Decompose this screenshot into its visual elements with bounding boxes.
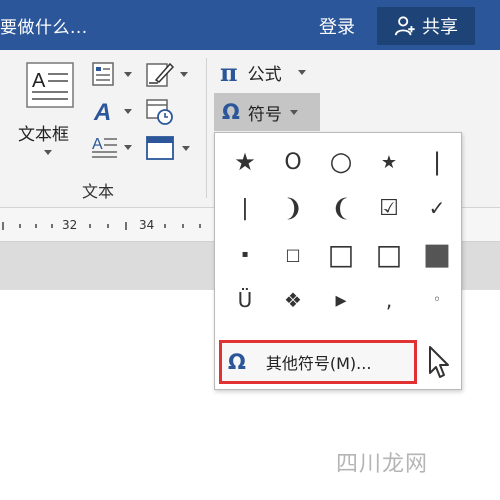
symbol-cell[interactable]: ✓: [413, 185, 461, 231]
chevron-down-icon: [297, 70, 306, 75]
quick-parts-icon: [92, 62, 114, 86]
chevron-down-icon: [124, 71, 132, 77]
drop-cap-button[interactable]: A: [92, 134, 132, 160]
symbol-cell[interactable]: |: [221, 185, 269, 231]
symbol-cell[interactable]: ❨: [317, 185, 365, 231]
symbol-cell[interactable]: Ü: [221, 277, 269, 323]
symbol-cell[interactable]: ★: [365, 139, 413, 185]
date-time-icon: [146, 99, 173, 125]
svg-text:A: A: [32, 70, 46, 92]
symbol-cell[interactable]: |: [413, 139, 461, 185]
object-button[interactable]: [146, 136, 190, 160]
symbol-cell[interactable]: ○: [317, 139, 365, 185]
chevron-down-icon: [124, 108, 132, 114]
textbox-label: 文本框: [18, 125, 69, 145]
mouse-pointer-icon: [429, 346, 449, 378]
pi-icon: π: [220, 58, 238, 87]
chevron-down-icon: [124, 144, 132, 150]
textbox-dropdown[interactable]: [44, 150, 52, 155]
symbol-cell[interactable]: □: [365, 231, 413, 277]
recent-symbols-grid: ★ O ○ ★ | | ❩ ❨ ☑ ✓ ▪ □ □ □ ■ Ü ❖ ▸ , ◦: [221, 139, 461, 323]
drop-cap-icon: A: [92, 136, 117, 158]
tell-me-search[interactable]: 要做什么...: [0, 13, 88, 38]
symbol-dropdown: ★ O ○ ★ | | ❩ ❨ ☑ ✓ ▪ □ □ □ ■ Ü ❖ ▸ , ◦ …: [214, 132, 462, 390]
symbol-cell[interactable]: □: [317, 231, 365, 277]
chevron-down-icon: [44, 150, 52, 155]
symbol-cell[interactable]: ☑: [365, 185, 413, 231]
chevron-down-icon: [180, 71, 188, 77]
omega-icon: Ω: [222, 100, 240, 124]
add-person-icon: [394, 16, 415, 36]
symbol-cell[interactable]: ◦: [413, 277, 461, 323]
symbol-cell[interactable]: □: [269, 231, 317, 277]
symbol-button[interactable]: Ω 符号: [214, 93, 320, 131]
chevron-down-icon: [182, 145, 190, 151]
object-window-icon: [146, 136, 174, 160]
signature-pen-icon: [146, 62, 174, 87]
more-symbols-label: 其他符号(M)...: [265, 354, 372, 373]
ruler-number: 34: [139, 218, 155, 232]
date-time-button[interactable]: [146, 98, 174, 126]
quick-parts-button[interactable]: [92, 62, 132, 86]
title-bar: 要做什么... 登录 共享: [0, 0, 500, 50]
svg-text:A: A: [92, 136, 103, 153]
textbox-icon: A: [26, 62, 74, 108]
textbox-button[interactable]: A: [26, 62, 74, 108]
symbol-cell[interactable]: ❖: [269, 277, 317, 323]
symbol-cell[interactable]: ▪: [221, 231, 269, 277]
login-link[interactable]: 登录: [319, 13, 355, 39]
wordart-icon: A: [93, 99, 111, 124]
wordart-button[interactable]: A: [92, 98, 132, 124]
watermark: 四川龙网: [336, 452, 429, 477]
symbol-cell[interactable]: ■: [413, 231, 461, 277]
symbol-cell[interactable]: ▸: [317, 277, 365, 323]
signature-line-button[interactable]: [146, 60, 188, 88]
more-symbols-button[interactable]: Ω 其他符号(M)...: [219, 340, 417, 384]
text-group-label: 文本: [82, 182, 115, 201]
omega-icon: Ω: [228, 350, 246, 374]
equation-button[interactable]: π 公式: [220, 58, 306, 87]
symbol-cell[interactable]: ,: [365, 277, 413, 323]
share-button[interactable]: 共享: [377, 7, 475, 45]
symbol-cell[interactable]: ★: [221, 139, 269, 185]
ruler-number: 32: [62, 218, 78, 232]
chevron-down-icon: [289, 109, 298, 115]
symbol-label: 符号: [247, 104, 282, 125]
svg-text:A: A: [93, 99, 111, 124]
equation-label: 公式: [247, 65, 282, 85]
symbol-cell[interactable]: ❩: [269, 185, 317, 231]
share-label: 共享: [422, 17, 458, 38]
group-divider: [206, 58, 207, 198]
symbol-cell[interactable]: O: [269, 139, 317, 185]
